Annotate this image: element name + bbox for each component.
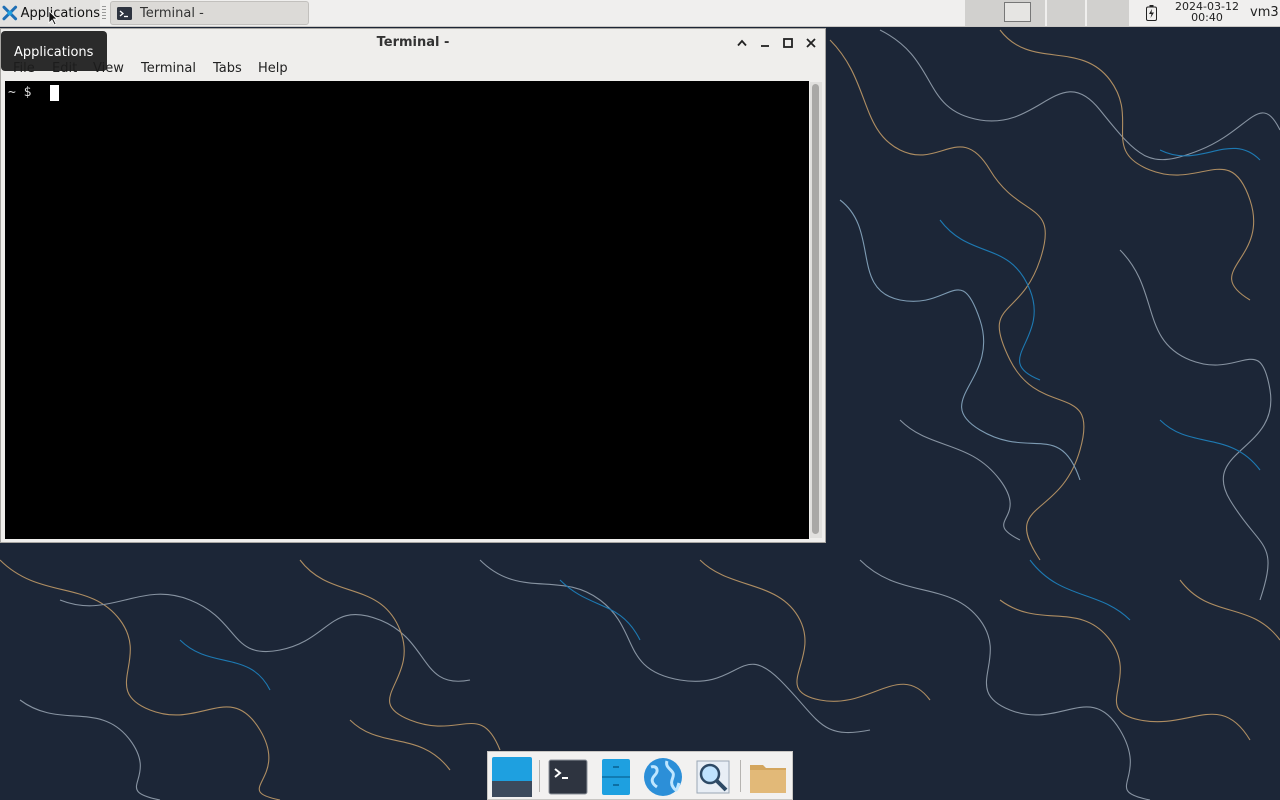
terminal-icon	[117, 6, 132, 20]
close-button[interactable]	[803, 35, 819, 51]
scrollbar[interactable]	[810, 82, 822, 538]
chevron-up-icon	[737, 39, 747, 47]
window-titlebar[interactable]: Terminal -	[1, 29, 825, 57]
dock-separator	[740, 760, 741, 792]
file-cabinet-icon[interactable]	[596, 757, 636, 797]
window-title: Terminal -	[376, 35, 450, 50]
terminal-icon[interactable]	[548, 757, 588, 797]
workspace-2[interactable]	[1047, 0, 1085, 26]
app-finder-icon[interactable]	[693, 757, 733, 797]
applications-label: Applications	[20, 5, 100, 21]
menu-tabs[interactable]: Tabs	[213, 61, 242, 76]
minimize-icon	[761, 45, 769, 47]
text-cursor	[50, 85, 59, 101]
maximize-button[interactable]	[780, 35, 796, 51]
mouse-pointer-icon	[48, 10, 58, 26]
folder-icon[interactable]	[748, 757, 788, 797]
dock-separator	[539, 760, 540, 792]
shade-button[interactable]	[734, 35, 750, 51]
web-browser-icon[interactable]	[643, 757, 683, 797]
workspace-1[interactable]	[965, 0, 1045, 26]
tooltip-text: Applications	[14, 45, 94, 60]
menu-help[interactable]: Help	[258, 61, 288, 76]
shell-prompt: ~ $	[8, 85, 32, 100]
terminal-window: Terminal - File Edit View Terminal Tabs	[0, 28, 826, 543]
workspace-3[interactable]	[1087, 0, 1129, 26]
desktop-icon[interactable]	[492, 757, 532, 797]
dock	[487, 751, 793, 800]
workspace-window-preview	[1004, 2, 1031, 22]
xfce-logo-icon	[2, 5, 18, 21]
scrollbar-thumb[interactable]	[812, 84, 819, 534]
top-panel: Applications Terminal - 2024-03-12 00:40…	[0, 0, 1280, 27]
taskbar-item-terminal[interactable]: Terminal -	[110, 1, 309, 25]
terminal-area[interactable]: ~ $	[5, 81, 809, 539]
close-icon	[806, 38, 816, 48]
minimize-button[interactable]	[757, 35, 773, 51]
panel-separator	[102, 6, 106, 20]
tooltip: Applications	[1, 31, 107, 71]
taskbar-item-label: Terminal -	[140, 5, 204, 21]
menu-bar: File Edit View Terminal Tabs Help	[1, 59, 825, 81]
maximize-icon	[783, 38, 793, 48]
user-menu[interactable]: vm3	[1250, 5, 1279, 20]
menu-terminal[interactable]: Terminal	[141, 61, 196, 76]
clock[interactable]: 2024-03-12 00:40	[1170, 0, 1244, 26]
battery-charging-icon[interactable]	[1146, 5, 1157, 21]
clock-time: 00:40	[1191, 11, 1223, 24]
